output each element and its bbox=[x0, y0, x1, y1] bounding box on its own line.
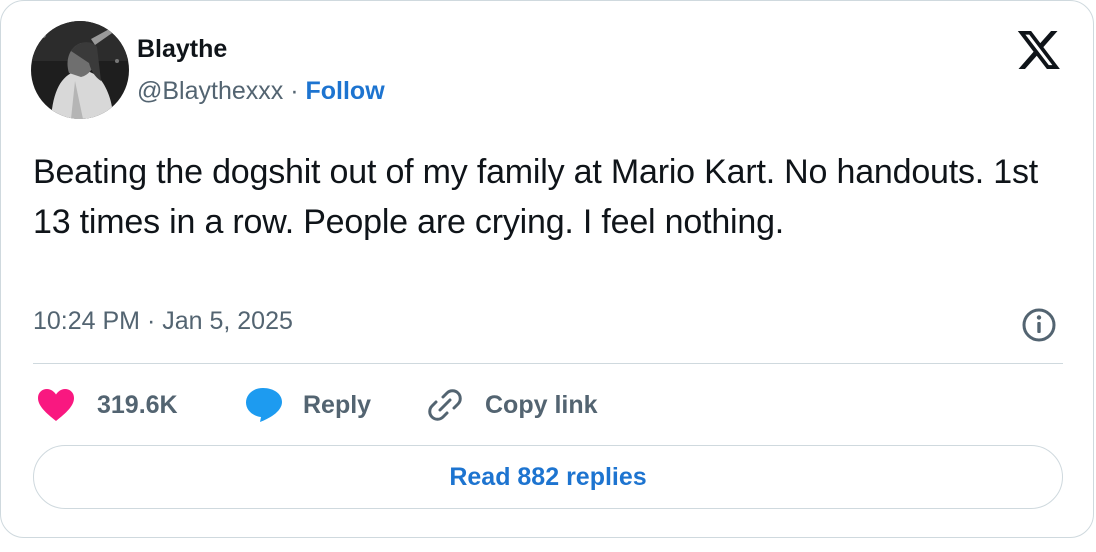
author-handle[interactable]: @Blaythexxx bbox=[137, 77, 283, 105]
tweet-card: Blaythe @Blaythexxx · Follow Beating the… bbox=[0, 0, 1094, 538]
reply-label: Reply bbox=[303, 390, 372, 419]
link-icon bbox=[428, 389, 462, 421]
like-count: 319.6K bbox=[97, 390, 178, 419]
handle-row: @Blaythexxx · Follow bbox=[137, 77, 385, 106]
copy-link-button[interactable]: Copy link bbox=[427, 383, 598, 427]
speech-bubble-icon bbox=[246, 388, 282, 422]
like-button[interactable]: 319.6K bbox=[37, 383, 178, 427]
x-logo-icon[interactable] bbox=[1017, 31, 1061, 69]
copy-link-label: Copy link bbox=[485, 390, 598, 419]
info-icon[interactable] bbox=[1021, 307, 1057, 343]
tweet-text: Beating the dogshit out of my family at … bbox=[33, 153, 1039, 241]
avatar[interactable] bbox=[31, 21, 129, 119]
handle-separator: · bbox=[290, 77, 299, 105]
reply-button[interactable]: Reply bbox=[245, 383, 371, 427]
author-name[interactable]: Blaythe bbox=[137, 35, 227, 64]
heart-icon bbox=[38, 389, 74, 421]
divider bbox=[33, 363, 1063, 364]
follow-button[interactable]: Follow bbox=[306, 77, 385, 105]
read-replies-button[interactable]: Read 882 replies bbox=[33, 445, 1063, 509]
tweet-timestamp[interactable]: 10:24 PM · Jan 5, 2025 bbox=[33, 307, 293, 336]
avatar-image bbox=[31, 21, 129, 119]
